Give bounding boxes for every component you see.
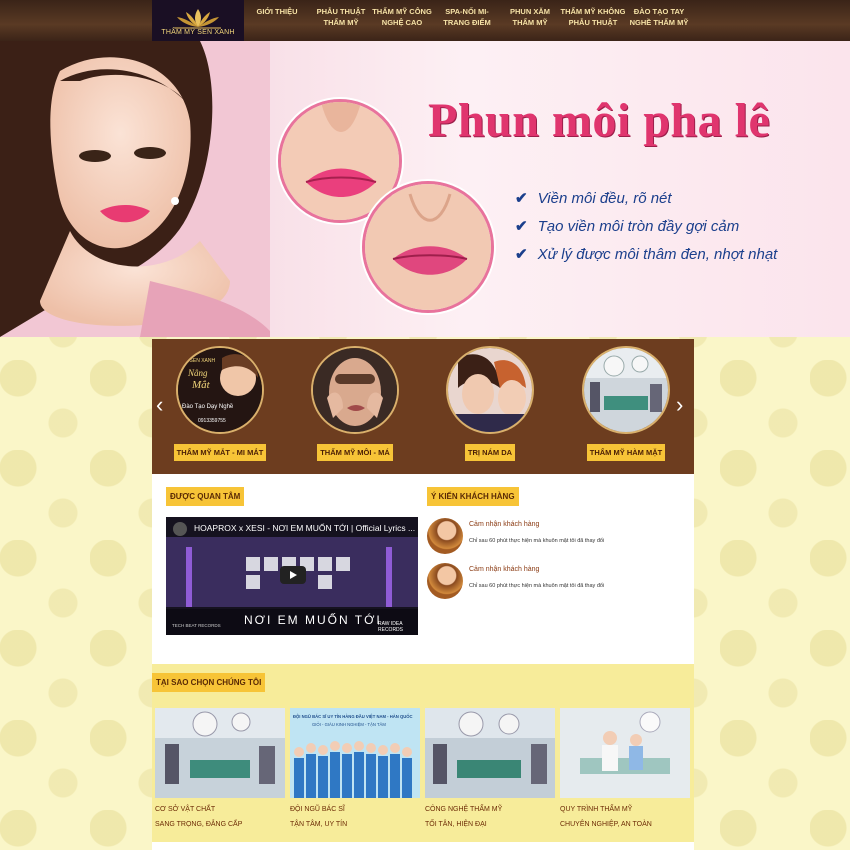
video-label-left: TECH BEAT RECORDS <box>172 623 221 628</box>
site-logo[interactable]: THẨM MỸ SEN XANH <box>152 0 244 41</box>
service-image <box>446 346 534 434</box>
logo-text: THẨM MỸ SEN XANH <box>161 29 235 36</box>
testimonial-text: Chỉ sau 60 phút thực hiện mà khuôn mặt t… <box>469 538 605 544</box>
nav-item-phun-xam[interactable]: PHUN XĂM THẨM MỸ <box>502 0 558 41</box>
hero-bullet-text: Viền môi đều, rõ nét <box>537 189 672 207</box>
checkmark-icon: ✔ <box>515 218 528 235</box>
why-card-doctors[interactable]: ĐỘI NGŨ BÁC SĨ UY TÍN HÀNG ĐẦU VIỆT NAM … <box>290 708 420 828</box>
service-image: M SEN XANH Nâng Mắt Đào Tạo Dạy Nghề 091… <box>176 346 264 434</box>
video-title[interactable]: HOAPROX x XESI - NƠI EM MUỐN TỚI | Offic… <box>194 523 415 533</box>
nav-item-phau-thuat[interactable]: PHẪU THUẬT THẨM MỸ <box>310 0 372 41</box>
carousel-prev-icon[interactable]: ‹ <box>156 394 163 416</box>
service-image <box>311 346 399 434</box>
carousel-next-icon[interactable]: › <box>676 394 683 416</box>
services-carousel: ‹ › M SEN XANH Nâng Mắt Đào Tạo Dạy Nghề… <box>152 339 694 474</box>
nav-item-khong-phau-thuat[interactable]: THẨM MỸ KHÔNG PHẪU THUẬT <box>558 0 628 41</box>
hero-bullet-text: Tạo viền môi tròn đầy gợi cảm <box>537 217 740 235</box>
why-card-image <box>560 708 690 798</box>
nav-item-gioi-thieu[interactable]: GIỚI THIỆU <box>244 0 310 41</box>
play-icon[interactable] <box>280 566 306 584</box>
why-card-image <box>155 708 285 798</box>
model-portrait <box>0 41 270 337</box>
service-overlay-text: Nâng <box>187 368 208 378</box>
nav-item-cong-nghe-cao[interactable]: THẨM MỸ CÔNG NGHỆ CAO <box>372 0 432 41</box>
hero-title: Phun môi pha lê <box>428 94 771 147</box>
why-card-subtitle: CHUYÊN NGHIỆP, AN TOÀN <box>560 821 652 828</box>
why-card-title[interactable]: ĐỘI NGŨ BÁC SĨ <box>290 806 420 813</box>
why-banner-text: ĐỘI NGŨ BÁC SĨ UY TÍN HÀNG ĐẦU VIỆT NAM … <box>293 714 413 719</box>
lotus-icon <box>175 9 221 29</box>
hero-banner[interactable]: Phun môi pha lê ✔ Viền môi đều, rõ nét ✔… <box>0 41 850 337</box>
service-item-tri-nam-da[interactable]: TRỊ NÁM DA <box>440 346 540 461</box>
video-caption: NƠI EM MUỐN TỚI <box>244 613 382 627</box>
service-label[interactable]: TRỊ NÁM DA <box>464 444 516 461</box>
service-overlay-text: M SEN XANH <box>184 358 216 364</box>
hero-bullet-text: Xử lý được môi thâm đen, nhợt nhạt <box>537 245 778 263</box>
why-card-title[interactable]: CƠ SỞ VẬT CHẤT <box>155 806 285 813</box>
hero-bullet: ✔ Viền môi đều, rõ nét <box>515 189 777 208</box>
hero-bullet-list: ✔ Viền môi đều, rõ nét ✔ Tạo viền môi tr… <box>515 189 777 273</box>
service-overlay-text: Mắt <box>191 379 211 391</box>
checkmark-icon: ✔ <box>515 190 528 207</box>
why-banner-subtext: GIỎI - GIÀU KINH NGHIỆM - TẬN TÂM <box>312 722 386 727</box>
service-item-ham-mat[interactable]: THẨM MỸ HÀM MẶT <box>576 346 676 461</box>
service-overlay-text: Đào Tạo Dạy Nghề <box>182 404 234 410</box>
service-image <box>582 346 670 434</box>
testimonial-name[interactable]: Cảm nhận khách hàng <box>469 521 539 528</box>
why-card-image: ĐỘI NGŨ BÁC SĨ UY TÍN HÀNG ĐẦU VIỆT NAM … <box>290 708 420 798</box>
why-card-facilities[interactable]: CƠ SỞ VẬT CHẤT SANG TRỌNG, ĐẲNG CẤP <box>155 708 285 828</box>
why-card-image <box>425 708 555 798</box>
nav-item-dao-tao[interactable]: ĐÀO TẠO TAY NGHỀ THẨM MỸ <box>628 0 690 41</box>
why-card-subtitle: SANG TRỌNG, ĐẲNG CẤP <box>155 821 243 828</box>
top-navigation-bar: THẨM MỸ SEN XANH GIỚI THIỆU PHẪU THUẬT T… <box>0 0 850 41</box>
why-card-technology[interactable]: CÔNG NGHỆ THẨM MỸ TỐI TÂN, HIỆN ĐẠI <box>425 708 555 828</box>
why-card-title[interactable]: QUY TRÌNH THẨM MỸ <box>560 806 690 813</box>
checkmark-icon: ✔ <box>515 246 528 263</box>
avatar <box>427 518 463 554</box>
why-card-title[interactable]: CÔNG NGHỆ THẨM MỸ <box>425 806 555 813</box>
testimonial-item[interactable]: Cảm nhận khách hàng Chỉ sau 60 phút thực… <box>427 563 687 601</box>
footer-strip <box>152 842 694 850</box>
why-card-subtitle: TỐI TÂN, HIỆN ĐẠI <box>425 821 487 828</box>
service-item-moi-ma[interactable]: THẨM MỸ MÔI - MÁ <box>305 346 405 461</box>
testimonial-item[interactable]: Cảm nhận khách hàng Chỉ sau 60 phút thực… <box>427 518 687 556</box>
hero-bullet: ✔ Xử lý được môi thâm đen, nhợt nhạt <box>515 245 778 264</box>
testimonial-text: Chỉ sau 60 phút thực hiện mà khuôn mặt t… <box>469 583 605 589</box>
why-card-subtitle: TẬN TÂM, UY TÍN <box>290 821 348 828</box>
service-label[interactable]: THẨM MỸ MẮT - MI MẮT <box>173 444 267 461</box>
feedback-heading: Ý KIẾN KHÁCH HÀNG <box>427 487 519 506</box>
service-item-mat[interactable]: M SEN XANH Nâng Mắt Đào Tạo Dạy Nghề 091… <box>170 346 270 461</box>
why-heading: TẠI SAO CHỌN CHÚNG TÔI <box>152 673 266 692</box>
video-label-right: RAW IDEA RECORDS <box>378 621 404 633</box>
avatar <box>427 563 463 599</box>
nav-item-spa[interactable]: SPA-NỐI MI-TRANG ĐIỂM <box>432 0 502 41</box>
video-player[interactable]: HOAPROX x XESI - NƠI EM MUỐN TỚI | Offic… <box>166 517 418 635</box>
hero-bullet: ✔ Tạo viền môi tròn đầy gợi cảm <box>515 217 777 236</box>
service-label[interactable]: THẨM MỸ HÀM MẶT <box>586 444 666 461</box>
lip-photo-2 <box>362 181 494 313</box>
main-nav: GIỚI THIỆU PHẪU THUẬT THẨM MỸ THẨM MỸ CÔ… <box>244 0 690 41</box>
why-choose-us-section: TẠI SAO CHỌN CHÚNG TÔI CƠ SỞ VẬT CHẤT SA… <box>152 664 694 842</box>
content-section: ĐƯỢC QUAN TÂM HOAPROX x XESI - NƠI EM MU… <box>152 474 694 664</box>
service-overlay-text: 0913359755 <box>198 418 226 424</box>
testimonial-name[interactable]: Cảm nhận khách hàng <box>469 566 539 573</box>
service-label[interactable]: THẨM MỸ MÔI - MÁ <box>317 444 393 461</box>
why-card-process[interactable]: QUY TRÌNH THẨM MỸ CHUYÊN NGHIỆP, AN TOÀN <box>560 708 690 828</box>
featured-heading: ĐƯỢC QUAN TÂM <box>166 487 245 506</box>
